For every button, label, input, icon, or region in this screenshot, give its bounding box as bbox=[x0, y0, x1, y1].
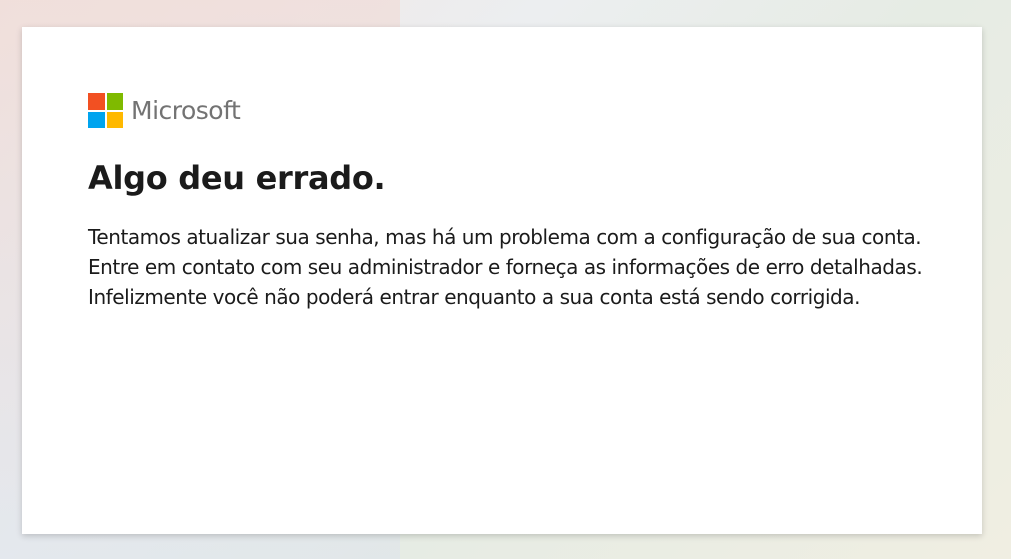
error-title: Algo deu errado. bbox=[88, 159, 386, 197]
logo-yellow-square bbox=[106, 111, 123, 128]
brand-header: Microsoft bbox=[88, 93, 241, 128]
logo-blue-square bbox=[88, 111, 105, 128]
brand-name: Microsoft bbox=[131, 96, 241, 125]
error-card: Microsoft Algo deu errado. Tentamos atua… bbox=[22, 27, 982, 534]
logo-green-square bbox=[106, 93, 123, 110]
error-message: Tentamos atualizar sua senha, mas há um … bbox=[88, 225, 923, 309]
microsoft-logo-icon bbox=[88, 93, 123, 128]
logo-red-square bbox=[88, 93, 105, 110]
